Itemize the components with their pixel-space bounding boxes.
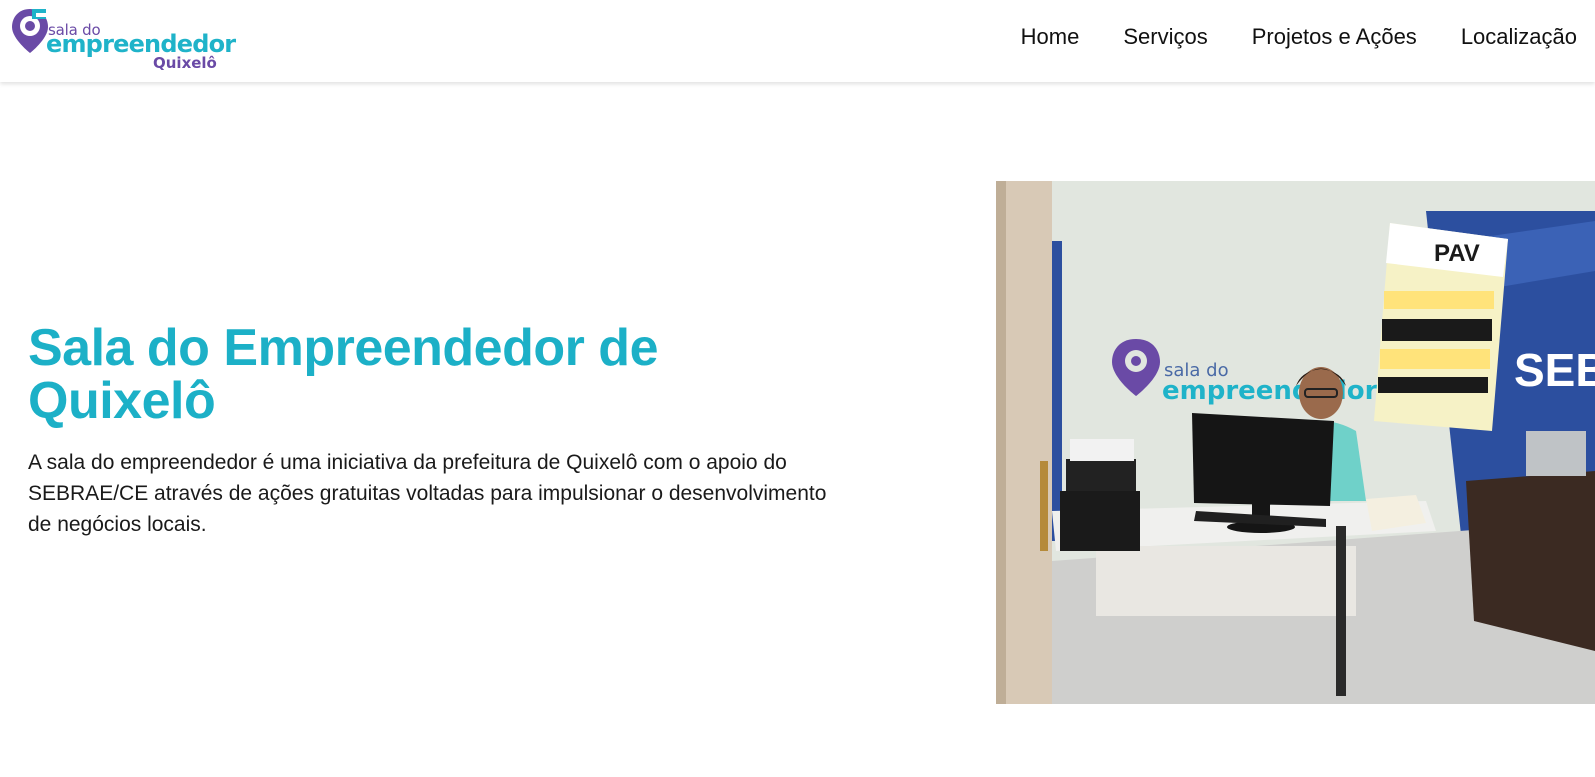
location-pin-logo-icon bbox=[12, 9, 48, 53]
hero-photo-office: SEBRAE sala do empreendedor PAV bbox=[996, 181, 1595, 704]
office-photo-illustration: SEBRAE sala do empreendedor PAV bbox=[996, 181, 1595, 704]
site-logo[interactable]: sala do empreendedor Quixelô bbox=[10, 7, 236, 73]
hero-description: A sala do empreendedor é uma iniciativa … bbox=[28, 451, 827, 536]
site-header: sala do empreendedor Quixelô Home Serviç… bbox=[0, 0, 1595, 82]
main-nav: Home Serviços Projetos e Ações Localizaç… bbox=[1021, 22, 1595, 52]
nav-link-localizacao[interactable]: Localização bbox=[1435, 22, 1595, 52]
nav-link-projetos-acoes[interactable]: Projetos e Ações bbox=[1226, 22, 1435, 52]
hero-title: Sala do Empreendedor de Quixelô bbox=[28, 319, 659, 430]
wall-logo-empreendedor: empreendedor bbox=[1162, 376, 1378, 406]
pav-poster: PAV bbox=[1374, 223, 1508, 431]
nav-link-home[interactable]: Home bbox=[1021, 22, 1098, 52]
banner-sebrae-text: SEBRAE bbox=[1514, 344, 1595, 396]
poster-title: PAV bbox=[1434, 240, 1480, 267]
logo-text-city: Quixelô bbox=[153, 54, 217, 72]
nav-link-servicos[interactable]: Serviços bbox=[1097, 22, 1225, 52]
